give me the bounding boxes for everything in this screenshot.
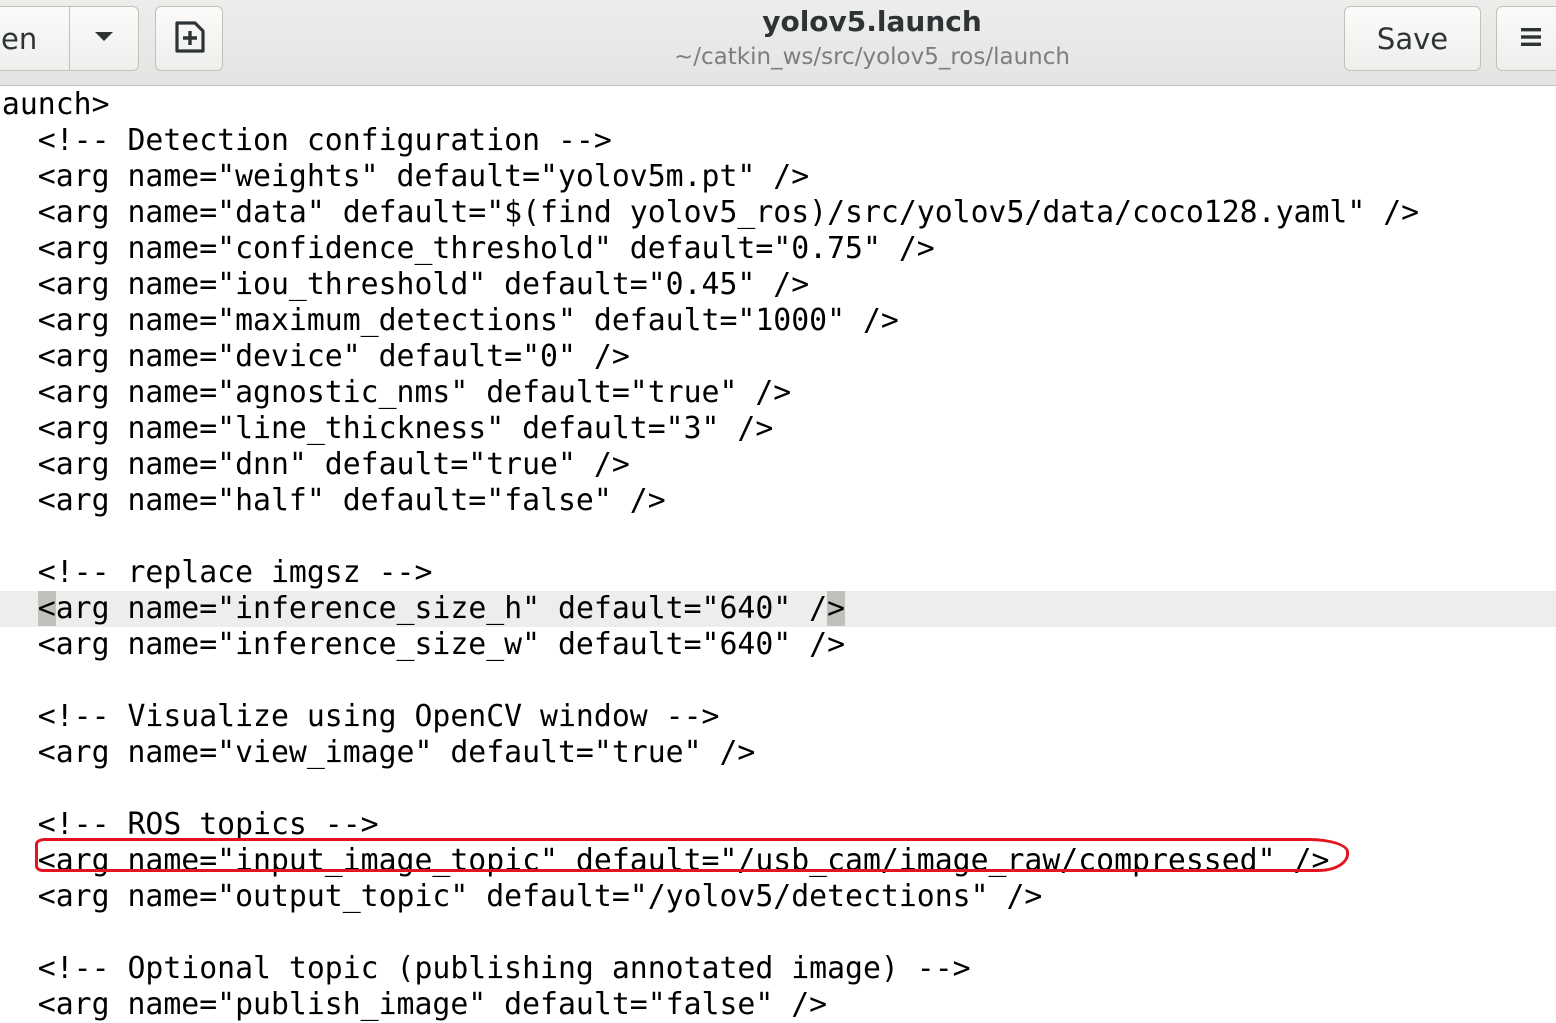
save-button-label: Save [1376, 21, 1449, 56]
code-line-text: <arg name="iou_threshold" default="0.45"… [0, 267, 810, 302]
code-line[interactable]: <arg name="dnn" default="true" /> [0, 447, 1556, 483]
current-line[interactable]: <arg name="inference_size_h" default="64… [0, 591, 1556, 627]
code-line[interactable]: <arg name="agnostic_nms" default="true" … [0, 375, 1556, 411]
code-line[interactable]: <arg name="view_image" default="true" /> [0, 735, 1556, 771]
code-line-text: <launch> [0, 87, 110, 122]
open-button-label: en [1, 21, 38, 56]
matching-bracket-close: > [827, 591, 846, 626]
code-line-text: <!-- ROS topics --> [0, 807, 379, 842]
code-line[interactable]: <arg name="data" default="$(find yolov5_… [0, 195, 1556, 231]
code-line-text: <arg name="confidence_threshold" default… [0, 231, 935, 266]
code-line[interactable]: <arg name="output_topic" default="/yolov… [0, 879, 1556, 915]
code-line-text: <arg name="agnostic_nms" default="true" … [0, 375, 792, 410]
code-line[interactable] [0, 663, 1556, 699]
code-line-text: <!-- Optional topic (publishing annotate… [0, 951, 971, 986]
new-document-icon [172, 20, 206, 58]
code-line[interactable]: <arg name="inference_size_w" default="64… [0, 627, 1556, 663]
open-button[interactable]: en [0, 6, 70, 71]
code-line-text: <arg name="publish_image" default="false… [0, 987, 828, 1022]
document-title: yolov5.launch [762, 5, 982, 38]
document-path: ~/catkin_ws/src/yolov5_ros/launch [674, 44, 1070, 70]
code-line[interactable]: <!-- Visualize using OpenCV window --> [0, 699, 1556, 735]
code-line[interactable]: <arg name="iou_threshold" default="0.45"… [0, 267, 1556, 303]
code-line-text: <arg name="half" default="false" /> [0, 483, 666, 518]
code-line-text: <arg name="weights" default="yolov5m.pt"… [0, 159, 810, 194]
header-bar: en yolov5.launch ~/catkin_ws/src/yolov5_… [0, 0, 1556, 86]
code-line-text: <!-- Visualize using OpenCV window --> [0, 699, 720, 734]
chevron-down-icon [93, 29, 115, 48]
code-line-text: <arg name="maximum_detections" default="… [0, 303, 899, 338]
code-line-text: <arg name="output_topic" default="/yolov… [0, 879, 1043, 914]
main-menu-button[interactable] [1496, 6, 1556, 71]
code-line-text: <arg name="device" default="0" /> [0, 339, 630, 374]
code-line[interactable]: <!-- replace imgsz --> [0, 555, 1556, 591]
code-line-text: <arg name="input_image_topic" default="/… [0, 843, 1330, 878]
code-line-text: <!-- replace imgsz --> [0, 555, 433, 590]
code-line[interactable] [0, 519, 1556, 555]
code-line[interactable]: <!-- Detection configuration --> [0, 123, 1556, 159]
code-line-text: <!-- Detection configuration --> [0, 123, 612, 158]
code-line[interactable]: <arg name="half" default="false" /> [0, 483, 1556, 519]
matching-bracket-open: < [37, 591, 56, 626]
new-document-button[interactable] [155, 6, 223, 71]
code-line[interactable]: <arg name="publish_image" default="false… [0, 987, 1556, 1023]
code-line[interactable]: <arg name="confidence_threshold" default… [0, 231, 1556, 267]
code-line-text: <arg name="inference_size_h" default="64… [37, 591, 846, 626]
code-line[interactable]: <arg name="input_image_topic" default="/… [0, 843, 1556, 879]
window-title: yolov5.launch ~/catkin_ws/src/yolov5_ros… [560, 2, 1184, 72]
code-line-text: <arg name="line_thickness" default="3" /… [0, 411, 774, 446]
code-line[interactable]: <!-- Optional topic (publishing annotate… [0, 951, 1556, 987]
code-line[interactable] [0, 771, 1556, 807]
code-line-text: <arg name="view_image" default="true" /> [0, 735, 756, 770]
code-line[interactable]: <arg name="line_thickness" default="3" /… [0, 411, 1556, 447]
save-button[interactable]: Save [1344, 6, 1481, 71]
open-recent-dropdown-button[interactable] [69, 6, 139, 71]
code-line-text: <arg name="data" default="$(find yolov5_… [0, 195, 1420, 230]
code-line[interactable]: <launch> [0, 87, 1556, 123]
code-line[interactable] [0, 915, 1556, 951]
code-line[interactable]: <arg name="device" default="0" /> [0, 339, 1556, 375]
code-line-text: <arg name="dnn" default="true" /> [0, 447, 630, 482]
code-line-text: <arg name="inference_size_w" default="64… [0, 627, 846, 662]
code-line[interactable]: <!-- ROS topics --> [0, 807, 1556, 843]
code-line[interactable]: <arg name="weights" default="yolov5m.pt"… [0, 159, 1556, 195]
text-editor[interactable]: <launch> <!-- Detection configuration --… [0, 87, 1556, 1023]
hamburger-menu-icon [1519, 25, 1543, 53]
code-line[interactable]: <arg name="maximum_detections" default="… [0, 303, 1556, 339]
